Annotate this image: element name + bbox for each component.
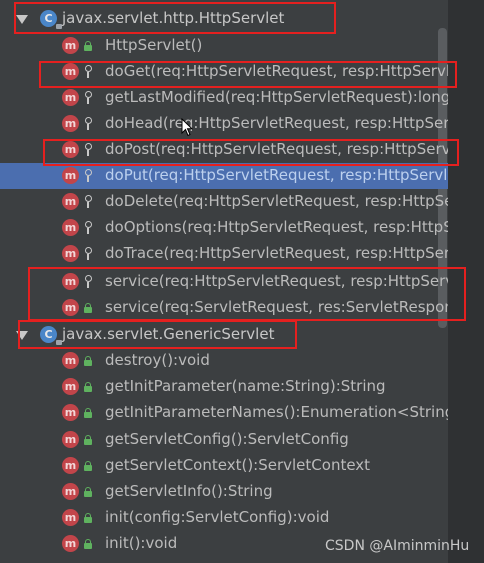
method-row[interactable]: m doDelete(req:HttpServletRequest, resp:… — [0, 189, 448, 215]
method-label: doHead(req:HttpServletRequest, resp:Http… — [105, 114, 448, 132]
method-icon: m — [62, 89, 79, 106]
class-name: javax.servlet.GenericServlet — [62, 325, 275, 343]
method-row[interactable]: m getInitParameterNames():Enumeration<St… — [0, 400, 448, 426]
public-lock-icon — [84, 487, 92, 497]
method-row[interactable]: m doTrace(req:HttpServletRequest, resp:H… — [0, 241, 448, 267]
public-lock-icon — [84, 356, 92, 366]
method-icon: m — [62, 193, 79, 210]
method-icon: m — [62, 509, 79, 526]
protected-key-icon — [84, 143, 92, 156]
watermark-text: CSDN @AIminminHu — [325, 538, 470, 554]
method-label: getLastModified(req:HttpServletRequest):… — [105, 88, 448, 106]
method-icon: m — [62, 404, 79, 421]
method-row[interactable]: m service(req:HttpServletRequest, resp:H… — [0, 269, 448, 295]
method-row-selected[interactable]: m doPut(req:HttpServletRequest, resp:Htt… — [0, 163, 448, 189]
expand-arrow-icon[interactable] — [16, 15, 28, 24]
method-row[interactable]: m getInitParameter(name:String):String — [0, 374, 448, 400]
method-label: init():void — [105, 534, 178, 552]
method-label: getInitParameterNames():Enumeration<Stri… — [105, 403, 448, 421]
class-icon: C — [40, 326, 62, 345]
structure-panel: C javax.servlet.http.HttpServlet m HttpS… — [0, 0, 484, 563]
method-label: destroy():void — [105, 351, 210, 369]
public-lock-icon — [84, 408, 92, 418]
public-lock-icon — [84, 461, 92, 471]
method-label: HttpServlet() — [105, 36, 203, 54]
method-label: doGet(req:HttpServletRequest, resp:HttpS… — [105, 62, 448, 80]
method-row[interactable]: m doHead(req:HttpServletRequest, resp:Ht… — [0, 111, 448, 137]
method-icon: m — [62, 141, 79, 158]
public-lock-icon — [84, 41, 92, 51]
method-row[interactable]: m destroy():void — [0, 348, 448, 374]
public-lock-icon — [84, 382, 92, 392]
public-lock-icon — [84, 435, 92, 445]
public-lock-icon — [84, 303, 92, 313]
public-lock-icon — [84, 539, 92, 549]
method-icon: m — [62, 115, 79, 132]
class-icon: C — [40, 10, 62, 29]
method-row[interactable]: m service(req:ServletRequest, res:Servle… — [0, 295, 448, 321]
protected-key-icon — [84, 275, 92, 288]
method-icon: m — [62, 167, 79, 184]
method-label: init(config:ServletConfig):void — [105, 508, 330, 526]
editor-gutter — [448, 0, 484, 563]
method-label: getServletContext():ServletContext — [105, 456, 371, 474]
class-node-httpservlet[interactable]: C javax.servlet.http.HttpServlet — [0, 6, 448, 32]
method-label: doOptions(req:HttpServletRequest, resp:H… — [105, 218, 448, 236]
method-row[interactable]: m init(config:ServletConfig):void — [0, 505, 448, 531]
method-label: doTrace(req:HttpServletRequest, resp:Htt… — [105, 244, 448, 262]
method-row[interactable]: m doOptions(req:HttpServletRequest, resp… — [0, 215, 448, 241]
method-icon: m — [62, 219, 79, 236]
protected-key-icon — [84, 169, 92, 182]
method-label: doPost(req:HttpServletRequest, resp:Http… — [105, 140, 448, 158]
method-icon: m — [62, 457, 79, 474]
method-row[interactable]: m getServletContext():ServletContext — [0, 453, 448, 479]
protected-key-icon — [84, 247, 92, 260]
class-node-genericservlet[interactable]: C javax.servlet.GenericServlet — [0, 322, 448, 348]
method-icon: m — [62, 431, 79, 448]
method-icon: m — [62, 299, 79, 316]
method-row[interactable]: m getServletConfig():ServletConfig — [0, 427, 448, 453]
method-icon: m — [62, 378, 79, 395]
method-icon: m — [62, 352, 79, 369]
method-row[interactable]: m doPost(req:HttpServletRequest, resp:Ht… — [0, 137, 448, 163]
method-icon: m — [62, 37, 79, 54]
expand-arrow-icon[interactable] — [16, 331, 28, 340]
protected-key-icon — [84, 91, 92, 104]
method-label: getServletConfig():ServletConfig — [105, 430, 349, 448]
method-label: service(req:HttpServletRequest, resp:Htt… — [105, 272, 448, 290]
method-label: getInitParameter(name:String):String — [105, 377, 386, 395]
protected-key-icon — [84, 65, 92, 78]
class-name: javax.servlet.http.HttpServlet — [62, 9, 285, 27]
method-icon: m — [62, 63, 79, 80]
protected-key-icon — [84, 221, 92, 234]
method-label: getServletInfo():String — [105, 482, 273, 500]
protected-key-icon — [84, 195, 92, 208]
method-label: service(req:ServletRequest, res:ServletR… — [105, 298, 448, 316]
method-icon: m — [62, 535, 79, 552]
public-lock-icon — [84, 513, 92, 523]
method-label: doDelete(req:HttpServletRequest, resp:Ht… — [105, 192, 448, 210]
method-row[interactable]: m getLastModified(req:HttpServletRequest… — [0, 85, 448, 111]
method-icon: m — [62, 245, 79, 262]
method-row[interactable]: m HttpServlet() — [0, 33, 448, 59]
method-row[interactable]: m doGet(req:HttpServletRequest, resp:Htt… — [0, 59, 448, 85]
method-icon: m — [62, 483, 79, 500]
mouse-pointer-icon — [181, 118, 193, 137]
method-label: doPut(req:HttpServletRequest, resp:HttpS… — [105, 166, 448, 184]
method-icon: m — [62, 273, 79, 290]
method-row[interactable]: m getServletInfo():String — [0, 479, 448, 505]
protected-key-icon — [84, 117, 92, 130]
